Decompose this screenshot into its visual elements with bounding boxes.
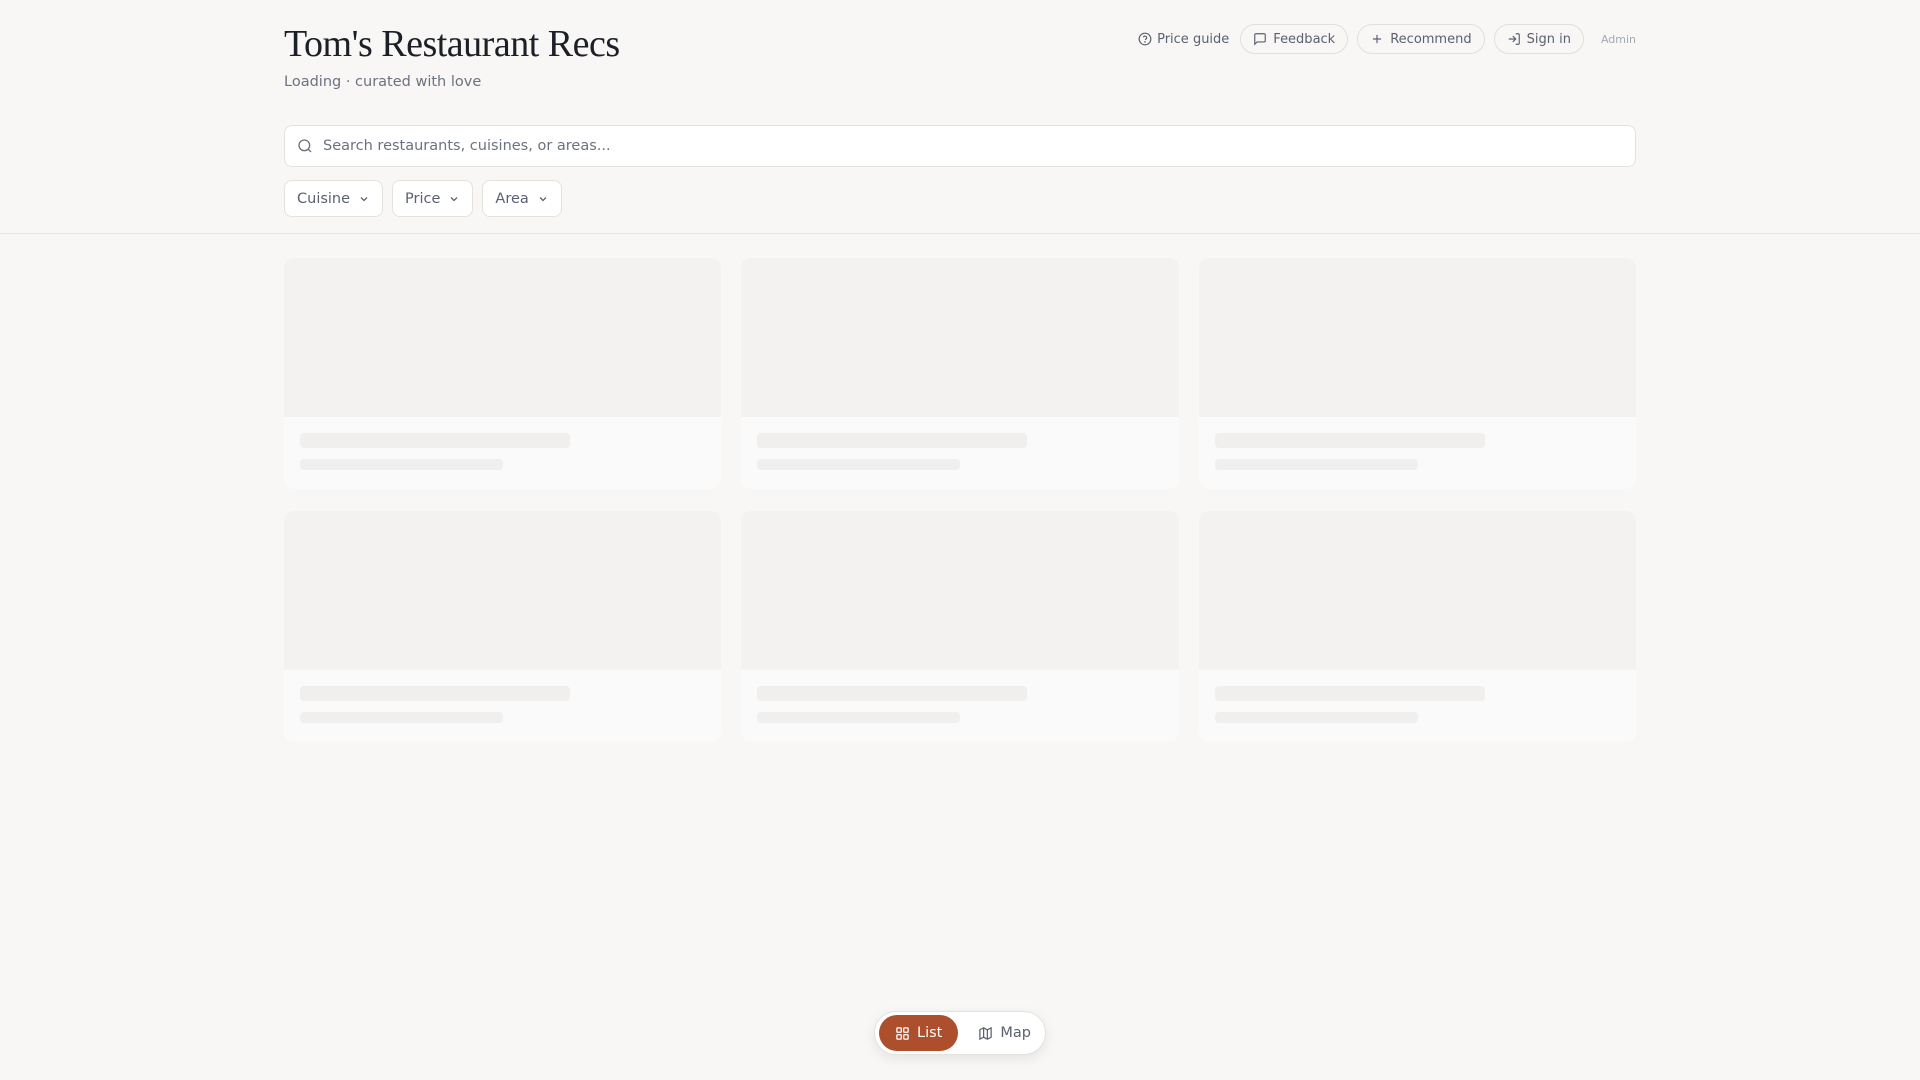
search-bar (284, 125, 1636, 167)
header-actions: Price guide Feedback Recommend Sign in A… (1136, 24, 1636, 54)
skeleton-image (1198, 258, 1636, 417)
skeleton-line (1214, 686, 1485, 701)
list-view-label: List (917, 1025, 943, 1041)
skeleton-image (1198, 511, 1636, 670)
page-title: Tom's Restaurant Recs (284, 23, 620, 65)
filter-bar: Cuisine Price Area (284, 180, 562, 217)
chevron-down-icon (358, 193, 370, 205)
sign-in-label: Sign in (1526, 31, 1571, 47)
restaurant-grid (284, 258, 1636, 742)
grid-icon (895, 1026, 910, 1041)
skeleton-line (1214, 712, 1418, 723)
admin-link[interactable]: Admin (1593, 33, 1636, 46)
skeleton-image (284, 511, 722, 670)
map-view-label: Map (1000, 1025, 1031, 1041)
price-guide-button[interactable]: Price guide (1136, 24, 1231, 54)
skeleton-line (757, 433, 1028, 448)
area-filter[interactable]: Area (482, 180, 562, 217)
recommend-label: Recommend (1390, 31, 1472, 47)
skeleton-card (1198, 258, 1636, 489)
skeleton-line (757, 459, 961, 470)
feedback-button[interactable]: Feedback (1240, 24, 1349, 54)
skeleton-line (1214, 459, 1418, 470)
search-icon (297, 138, 313, 154)
skeleton-image (741, 511, 1179, 670)
skeleton-line (300, 712, 503, 723)
page-header: Tom's Restaurant Recs Loading · curated … (0, 0, 1920, 234)
skeleton-card (284, 258, 722, 489)
price-guide-label: Price guide (1157, 31, 1230, 47)
skeleton-line (300, 459, 503, 470)
view-toggle: List Map (874, 1011, 1046, 1055)
recommend-button[interactable]: Recommend (1357, 24, 1485, 54)
skeleton-line (757, 712, 961, 723)
skeleton-image (284, 258, 722, 417)
area-filter-label: Area (495, 190, 529, 207)
skeleton-line (300, 433, 570, 448)
price-filter-label: Price (405, 190, 441, 207)
list-view-button[interactable]: List (879, 1015, 959, 1051)
skeleton-line (1214, 433, 1485, 448)
skeleton-card (1198, 511, 1636, 742)
search-input[interactable] (323, 138, 1635, 154)
chevron-down-icon (448, 193, 460, 205)
cuisine-filter[interactable]: Cuisine (284, 180, 384, 217)
help-circle-icon (1138, 32, 1152, 46)
feedback-label: Feedback (1273, 31, 1336, 47)
sign-in-button[interactable]: Sign in (1493, 24, 1584, 54)
skeleton-card (741, 258, 1179, 489)
price-filter[interactable]: Price (392, 180, 474, 217)
map-view-button[interactable]: Map (962, 1015, 1047, 1051)
message-square-icon (1253, 32, 1267, 46)
page-subtitle: Loading · curated with love (284, 74, 482, 90)
map-icon (978, 1026, 993, 1041)
skeleton-image (741, 258, 1179, 417)
plus-icon (1370, 32, 1384, 46)
skeleton-card (284, 511, 722, 742)
chevron-down-icon (537, 193, 549, 205)
skeleton-line (300, 686, 570, 701)
cuisine-filter-label: Cuisine (297, 190, 351, 207)
skeleton-line (757, 686, 1028, 701)
skeleton-card (741, 511, 1179, 742)
log-in-icon (1507, 32, 1521, 46)
